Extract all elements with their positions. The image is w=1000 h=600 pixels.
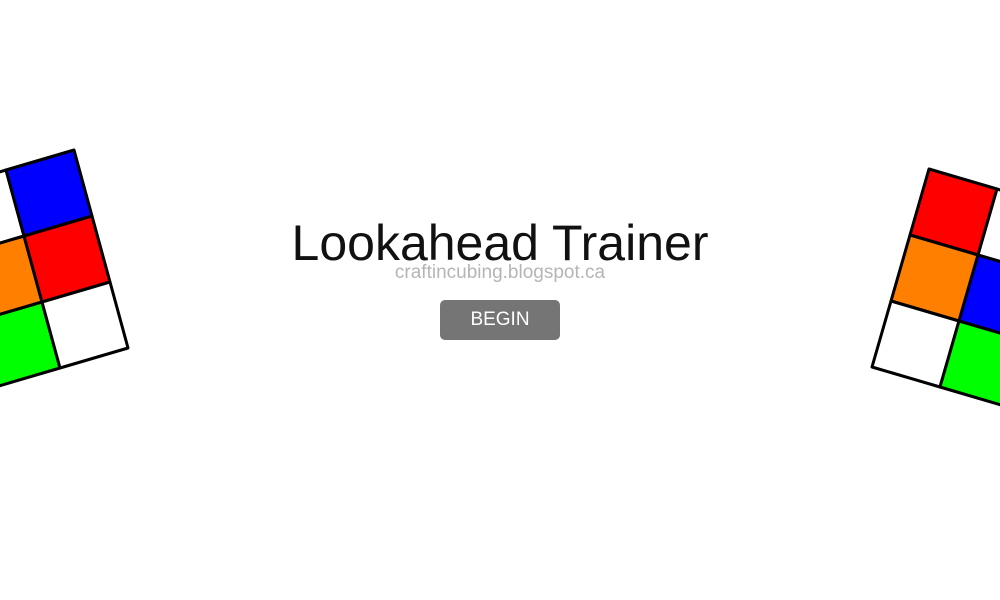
right-sticker-white-r2c0 [870, 299, 961, 389]
blog-url-subtitle: craftincubing.blogspot.ca [394, 262, 606, 283]
begin-button[interactable]: BEGIN [440, 300, 560, 340]
title-screen: Lookahead Trainer craftincubing.blogspot… [0, 0, 1000, 600]
left-sticker-green-r2c0 [0, 300, 62, 388]
right-sticker-green-r2c1 [938, 319, 1000, 407]
left-sticker-white-r2c1 [40, 280, 130, 370]
